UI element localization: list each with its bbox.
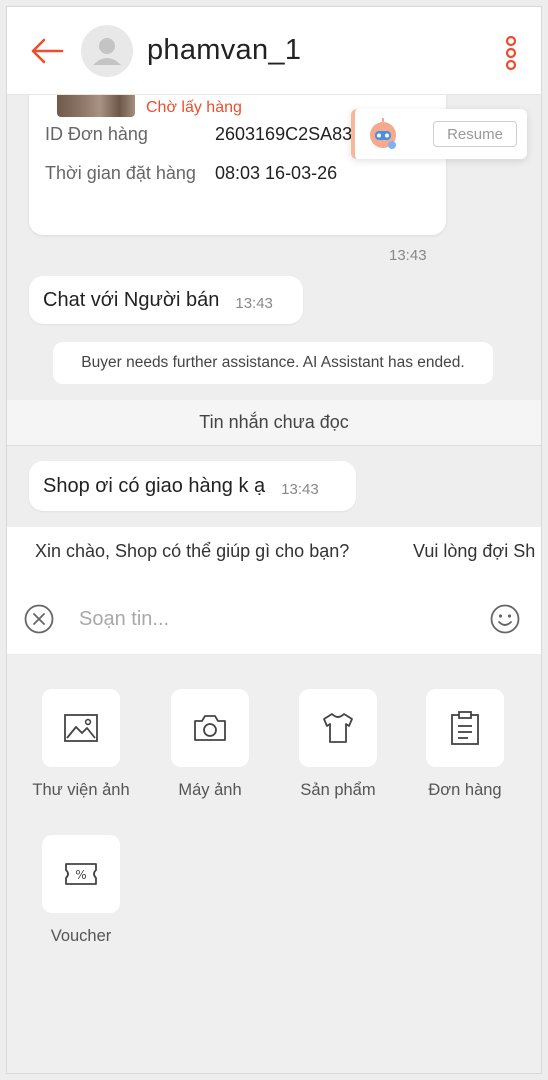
tool-order-box [426,689,504,767]
voucher-icon: % [65,863,97,885]
tool-label: Đơn hàng [428,781,502,799]
chat-title[interactable]: phamvan_1 [147,34,301,67]
tool-gallery[interactable]: Thư viện ảnh [26,689,136,800]
quick-reply-chip[interactable]: Xin chào, Shop có thể giúp gì cho bạn? [35,541,349,562]
order-time-label: Thời gian đặt hàng [45,163,196,183]
tool-label: Thư viện ảnh [32,781,130,799]
system-note: Buyer needs further assistance. AI Assis… [53,342,493,384]
back-button[interactable] [21,25,73,77]
tool-product-box [299,689,377,767]
message-bubble[interactable]: Shop ơi có giao hàng k ạ 13:43 [29,461,356,511]
quick-replies[interactable]: Xin chào, Shop có thể giúp gì cho bạn? V… [7,527,541,583]
tool-voucher-box: % [42,835,120,913]
tool-label: Voucher [50,927,112,945]
camera-icon [194,715,226,741]
resume-button[interactable]: Resume [433,121,517,147]
tool-product[interactable]: Sản phẩm [283,689,393,800]
order-id-label: ID Đơn hàng [45,124,148,144]
order-timestamp: 13:43 [389,247,427,264]
user-icon [93,37,121,65]
emoji-icon[interactable] [489,603,521,635]
tool-camera-box [171,689,249,767]
tool-label: Sản phẩm [300,781,376,799]
image-icon [64,714,98,742]
message-input[interactable] [79,601,469,637]
chat-header: phamvan_1 [7,7,541,95]
quick-reply-chip[interactable]: Vui lòng đợi Sh [413,541,535,562]
tool-label: Máy ảnh [178,781,242,799]
message-bubble[interactable]: Chat với Người bán 13:43 [29,276,303,324]
avatar[interactable] [81,24,133,77]
message-time: 13:43 [281,480,319,498]
shirt-icon [323,713,353,743]
message-time: 13:43 [235,294,273,312]
order-id-value: 2603169C2SA83T [215,124,364,144]
arrow-left-icon [31,38,64,63]
message-list[interactable]: Chờ lấy hàng ID Đơn hàng 2603169C2SA83T … [7,55,541,527]
tool-voucher[interactable]: % Voucher [26,835,136,946]
compose-bar [7,583,541,655]
more-vertical-icon [505,35,517,71]
order-time-value: 08:03 16-03-26 [215,163,338,183]
more-options-button[interactable] [499,33,523,73]
tool-order[interactable]: Đơn hàng [410,689,520,800]
message-text: Chat với Người bán [43,288,220,311]
ai-assistant-bubble[interactable]: Resume [351,109,527,159]
unread-divider: Tin nhắn chưa đọc [7,400,541,446]
robot-icon [370,118,396,149]
order-status: Chờ lấy hàng [146,99,242,116]
tool-camera[interactable]: Máy ảnh [155,689,265,800]
chat-screen: phamvan_1 Chờ lấy hàng ID Đơn hàng 26031… [6,6,542,1074]
close-circle-icon[interactable] [23,603,55,635]
clipboard-icon [451,711,479,745]
tool-gallery-box [42,689,120,767]
order-product-image [57,95,135,117]
message-text: Shop ơi có giao hàng k ạ [43,474,266,497]
attachment-panel: Thư viện ảnh Máy ảnh Sản phẩm Đơn hàng %… [7,655,541,1073]
svg-text:%: % [75,868,86,882]
